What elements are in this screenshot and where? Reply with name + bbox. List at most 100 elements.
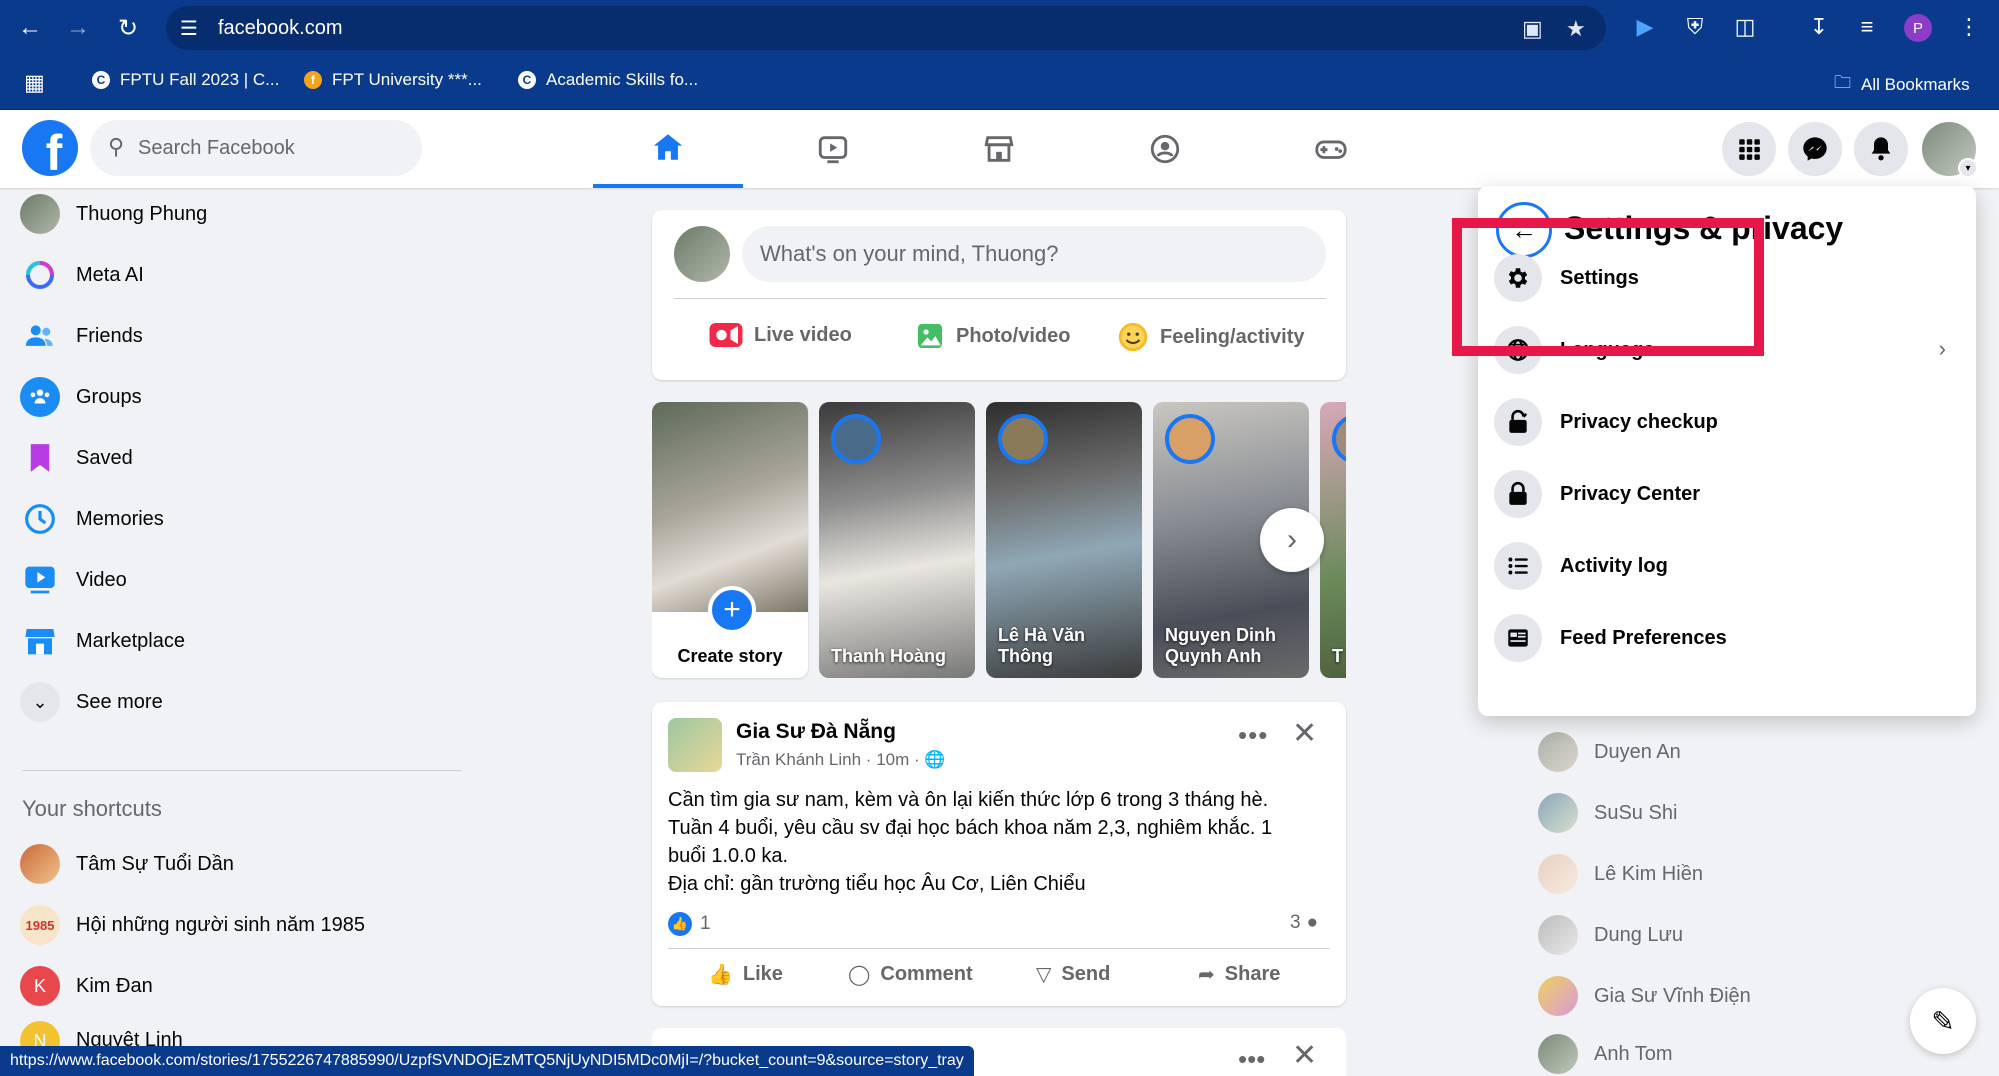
site-settings-icon[interactable]: ☰ (180, 16, 198, 41)
bookmark-item[interactable]: C Academic Skills fo... (518, 70, 698, 90)
messenger-icon (1803, 137, 1827, 161)
extension-shield-icon[interactable]: ⛨ (1680, 12, 1710, 42)
notifications-button[interactable] (1854, 122, 1908, 176)
bookmark-item[interactable]: f FPT University ***... (304, 70, 482, 90)
menu-item-privacy-checkup[interactable]: Privacy checkup (1494, 390, 1960, 454)
contact-avatar (1538, 793, 1578, 833)
contact-name: Lê Kim Hiền (1594, 862, 1703, 885)
share-icon: ➦ (1198, 964, 1215, 986)
live-video-button[interactable]: Live video (708, 320, 852, 350)
menu-item-feed-preferences[interactable]: Feed Preferences (1494, 606, 1960, 670)
create-story-label: Create story (677, 646, 783, 666)
extensions-puzzle-icon[interactable]: ◫ (1730, 12, 1760, 42)
menu-item-privacy-center[interactable]: Privacy Center (1494, 462, 1960, 526)
reload-icon[interactable]: ↻ (112, 12, 144, 44)
sidebar-item-video[interactable]: Video (20, 554, 127, 606)
forward-arrow-icon[interactable]: → (62, 12, 94, 44)
more-options-icon[interactable]: ••• (1238, 1044, 1265, 1075)
contact-item[interactable]: Lê Kim Hiền (1538, 850, 1703, 898)
sidebar-item-groups[interactable]: Groups (20, 371, 142, 423)
url-text: facebook.com (218, 17, 343, 39)
tab-groups[interactable] (1090, 110, 1240, 188)
story-avatar (831, 414, 881, 464)
post-time[interactable]: 10m (876, 750, 909, 769)
chevron-right-icon: › (1938, 336, 1946, 361)
sidebar-item-saved[interactable]: Saved (20, 432, 133, 484)
media-queue-icon[interactable]: ≡ (1852, 12, 1882, 42)
menu-item-activity-log[interactable]: Activity log (1494, 534, 1960, 598)
video-icon (818, 136, 848, 164)
feeling-activity-button[interactable]: Feeling/activity (1116, 320, 1305, 354)
send-button[interactable]: ▽ Send (1036, 962, 1110, 987)
apps-grid-icon[interactable]: ▦ (24, 70, 45, 96)
profile-avatar (20, 194, 60, 234)
photo-video-button[interactable]: Photo/video (914, 320, 1070, 352)
groups-icon (20, 377, 60, 417)
action-label: Send (1061, 963, 1111, 985)
sidebar-see-more[interactable]: ⌄ See more (20, 676, 163, 728)
sidebar-item-label: Thuong Phung (76, 202, 208, 225)
search-icon: ⚲ (108, 134, 125, 159)
more-options-icon[interactable]: ••• (1238, 720, 1268, 751)
facebook-logo[interactable]: f (22, 120, 78, 176)
browser-profile-avatar[interactable]: P (1904, 14, 1932, 42)
close-icon[interactable]: ✕ (1292, 716, 1317, 751)
contact-item[interactable]: Anh Tom (1538, 1033, 1673, 1075)
sidebar-item-marketplace[interactable]: Marketplace (20, 615, 185, 667)
address-bar[interactable]: ☰ facebook.com ▣ ★ (166, 6, 1606, 50)
composer-input[interactable] (742, 226, 1326, 282)
sidebar-item-profile[interactable]: Thuong Phung (20, 188, 207, 240)
comments-number: 3 (1290, 912, 1301, 933)
messenger-button[interactable] (1788, 122, 1842, 176)
all-bookmarks-button[interactable]: 🗀 All Bookmarks (1834, 70, 1970, 99)
comments-count[interactable]: 3 ● (1290, 912, 1318, 934)
contact-item[interactable]: Dung Lưu (1538, 911, 1683, 959)
download-icon[interactable]: ↧ (1804, 12, 1834, 42)
sidebar-item-friends[interactable]: Friends (20, 310, 143, 362)
contact-item[interactable]: Gia Sư Vĩnh Điện (1538, 972, 1751, 1020)
shortcut-avatar: 1985 (20, 905, 60, 945)
tab-marketplace[interactable] (924, 110, 1074, 188)
post-author[interactable]: Trần Khánh Linh (736, 750, 861, 769)
contact-item[interactable]: SuSu Shi (1538, 789, 1677, 837)
install-app-icon[interactable]: ▣ (1522, 16, 1543, 42)
tab-video[interactable] (758, 110, 908, 188)
sidebar-divider (22, 770, 462, 771)
shortcut-item[interactable]: K Kim Đan (20, 960, 153, 1012)
like-button[interactable]: 👍 Like (708, 962, 783, 987)
share-button[interactable]: ➦ Share (1198, 962, 1280, 987)
stories-next-button[interactable]: › (1260, 508, 1324, 572)
sidebar-item-memories[interactable]: Memories (20, 493, 164, 545)
tab-home[interactable] (593, 110, 743, 188)
browser-menu-icon[interactable]: ⋮ (1954, 12, 1984, 42)
post-group-name[interactable]: Gia Sư Đà Nẵng (736, 720, 896, 744)
chevron-down-icon[interactable]: ▾ (1958, 158, 1978, 178)
shortcut-label: Hội những người sinh năm 1985 (76, 913, 365, 936)
bookmark-star-icon[interactable]: ★ (1566, 16, 1586, 42)
tab-gaming[interactable] (1256, 110, 1406, 188)
bookmark-item[interactable]: C FPTU Fall 2023 | C... (92, 70, 279, 90)
search-box[interactable]: ⚲ (90, 120, 422, 176)
shortcut-item[interactable]: Tâm Sự Tuổi Dần (20, 838, 234, 890)
menu-item-label: Activity log (1560, 554, 1668, 577)
comment-button[interactable]: ◯ Comment (848, 962, 973, 987)
meta-ai-icon (20, 255, 60, 295)
new-message-button[interactable]: ✎ (1910, 988, 1976, 1054)
action-label: Share (1224, 963, 1281, 985)
browser-toolbar: ← → ↻ ☰ facebook.com ▣ ★ ▶ ⛨ ◫ ↧ ≡ P ⋮ (0, 0, 1999, 56)
story-card[interactable]: Thanh Hoàng (819, 402, 975, 678)
extension-cursor-icon[interactable]: ▶ (1630, 12, 1660, 42)
contact-item[interactable]: Duyen An (1538, 728, 1681, 776)
create-story-card[interactable]: + Create story (652, 402, 808, 678)
reactions-count[interactable]: 👍 1 (668, 912, 711, 936)
bookmark-c-icon: C (92, 71, 110, 89)
shortcut-item[interactable]: 1985 Hội những người sinh năm 1985 (20, 899, 365, 951)
sidebar-item-meta-ai[interactable]: Meta AI (20, 249, 144, 301)
back-arrow-icon[interactable]: ← (14, 12, 46, 44)
story-card[interactable]: Lê Hà Văn Thông (986, 402, 1142, 678)
menu-button[interactable] (1722, 122, 1776, 176)
search-input[interactable] (138, 128, 408, 168)
post-group-avatar[interactable] (668, 718, 722, 772)
video-play-icon (20, 560, 60, 600)
close-icon[interactable]: ✕ (1292, 1038, 1317, 1073)
